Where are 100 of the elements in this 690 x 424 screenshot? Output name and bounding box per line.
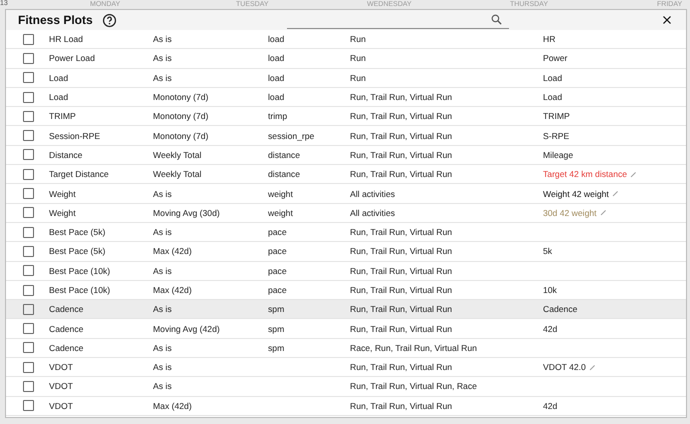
table-cell: Load (49, 92, 68, 102)
checkbox[interactable] (23, 284, 34, 296)
checkbox[interactable] (23, 207, 34, 218)
checkbox[interactable] (23, 34, 34, 45)
table-cell: Distance (49, 150, 82, 160)
checkbox[interactable] (23, 362, 34, 373)
checkbox[interactable] (23, 342, 34, 354)
plot-label: 42d (543, 400, 558, 411)
help-icon[interactable] (102, 12, 117, 28)
table-cell: VDOT (49, 362, 73, 372)
table-cell: Load (49, 72, 68, 83)
table-cell: Target Distance (49, 169, 109, 180)
table-cell: As is (153, 266, 172, 276)
table-cell: Run (350, 34, 366, 44)
table-cell: Run, Trail Run, Virtual Run (350, 324, 452, 334)
table-cell: spm (268, 342, 284, 353)
table-cell: Run, Trail Run, Virtual Run (350, 150, 452, 160)
table-cell: Monotony (7d) (153, 92, 208, 102)
table-cell: weight (268, 208, 293, 218)
table-cell: session_rpe (268, 130, 314, 141)
table-cell: Run, Trail Run, Virtual Run (350, 362, 452, 372)
table-cell: Weekly Total (153, 150, 202, 160)
table-cell: spm (268, 324, 284, 334)
table-cell: Session-RPE (49, 130, 100, 141)
table-cell: As is (153, 304, 172, 314)
plot-label: TRIMP (543, 111, 570, 122)
table-cell: Run, Trail Run, Virtual Run (350, 246, 452, 256)
table-cell: As is (153, 72, 172, 83)
pencil-icon[interactable] (588, 364, 596, 371)
table-cell: trimp (268, 111, 288, 122)
table-cell: Run, Trail Run, Virtual Run, Race (350, 381, 477, 392)
table-cell: All activities (350, 188, 395, 199)
table-cell: VDOT (49, 400, 73, 411)
table-cell: Max (42d) (153, 246, 192, 256)
table-cell: load (268, 34, 284, 44)
checkbox[interactable] (23, 304, 34, 315)
checkbox[interactable] (23, 149, 34, 160)
checkbox[interactable] (23, 168, 34, 180)
table-cell: load (268, 53, 284, 64)
table-cell: Cadence (49, 304, 84, 314)
table-cell: Run (350, 72, 366, 83)
table-cell: Run, Trail Run, Virtual Run (350, 130, 452, 141)
checkbox[interactable] (23, 380, 34, 392)
pencil-icon[interactable] (612, 190, 619, 198)
plot-label: Power (543, 53, 568, 64)
table-cell: TRIMP (49, 111, 76, 122)
table-cell: All activities (350, 208, 395, 218)
checkbox[interactable] (23, 188, 34, 200)
checkbox[interactable] (23, 130, 34, 142)
table-cell: Best Pace (5k) (49, 227, 106, 238)
checkbox[interactable] (23, 265, 34, 276)
table-cell: As is (153, 188, 172, 199)
table-cell: Run, Trail Run, Virtual Run (350, 400, 452, 411)
table-cell: Run, Trail Run, Virtual Run (350, 92, 452, 102)
table-cell: pace (268, 266, 287, 276)
plot-label: Load (543, 72, 562, 83)
table-cell: Weight (49, 188, 76, 199)
checkbox[interactable] (23, 110, 34, 122)
pencil-icon[interactable] (630, 170, 638, 178)
table-cell: Run, Trail Run, Virtual Run (350, 111, 452, 122)
table-cell: Best Pace (10k) (49, 285, 110, 295)
table-cell: Cadence (49, 324, 84, 334)
plot-label: 30d 42 weight (543, 208, 597, 218)
plot-label: 10k (543, 285, 557, 295)
table-cell: Max (42d) (153, 400, 192, 411)
table-cell: pace (268, 246, 287, 256)
table-cell: distance (268, 150, 300, 160)
checkbox[interactable] (23, 400, 34, 412)
table-cell: weight (268, 188, 293, 199)
plot-label: HR (543, 34, 556, 44)
checkbox[interactable] (23, 92, 34, 103)
table-cell: Run (350, 53, 366, 64)
table-cell: Weight (49, 208, 76, 218)
pencil-icon[interactable] (600, 209, 607, 216)
table-cell: Run, Trail Run, Virtual Run (350, 285, 452, 295)
table-cell: As is (153, 362, 172, 372)
checkbox[interactable] (23, 52, 34, 64)
plot-label: S-RPE (543, 130, 570, 141)
table-cell: pace (268, 227, 287, 238)
table-cell: Best Pace (5k) (49, 246, 106, 256)
table-cell: Max (42d) (153, 285, 192, 295)
plot-label: VDOT 42.0 (543, 362, 586, 372)
table-cell: Moving Avg (30d) (153, 208, 220, 218)
plot-label: Load (543, 92, 562, 102)
search-field[interactable] (286, 12, 509, 28)
checkbox[interactable] (23, 72, 34, 84)
table-cell: HR Load (49, 34, 83, 44)
close-icon[interactable] (661, 14, 673, 26)
table-cell: As is (153, 227, 172, 238)
table-cell: Best Pace (10k) (49, 266, 110, 276)
checkbox[interactable] (23, 246, 34, 257)
checkbox[interactable] (23, 226, 34, 238)
checkbox[interactable] (23, 323, 34, 334)
table-cell: VDOT (49, 381, 73, 392)
table-cell: As is (153, 34, 172, 44)
table-cell: Cadence (49, 342, 84, 353)
table-cell: As is (153, 53, 172, 64)
search-icon[interactable] (490, 13, 503, 26)
plot-label: Weight 42 weight (543, 188, 609, 199)
table-cell: load (268, 72, 284, 83)
